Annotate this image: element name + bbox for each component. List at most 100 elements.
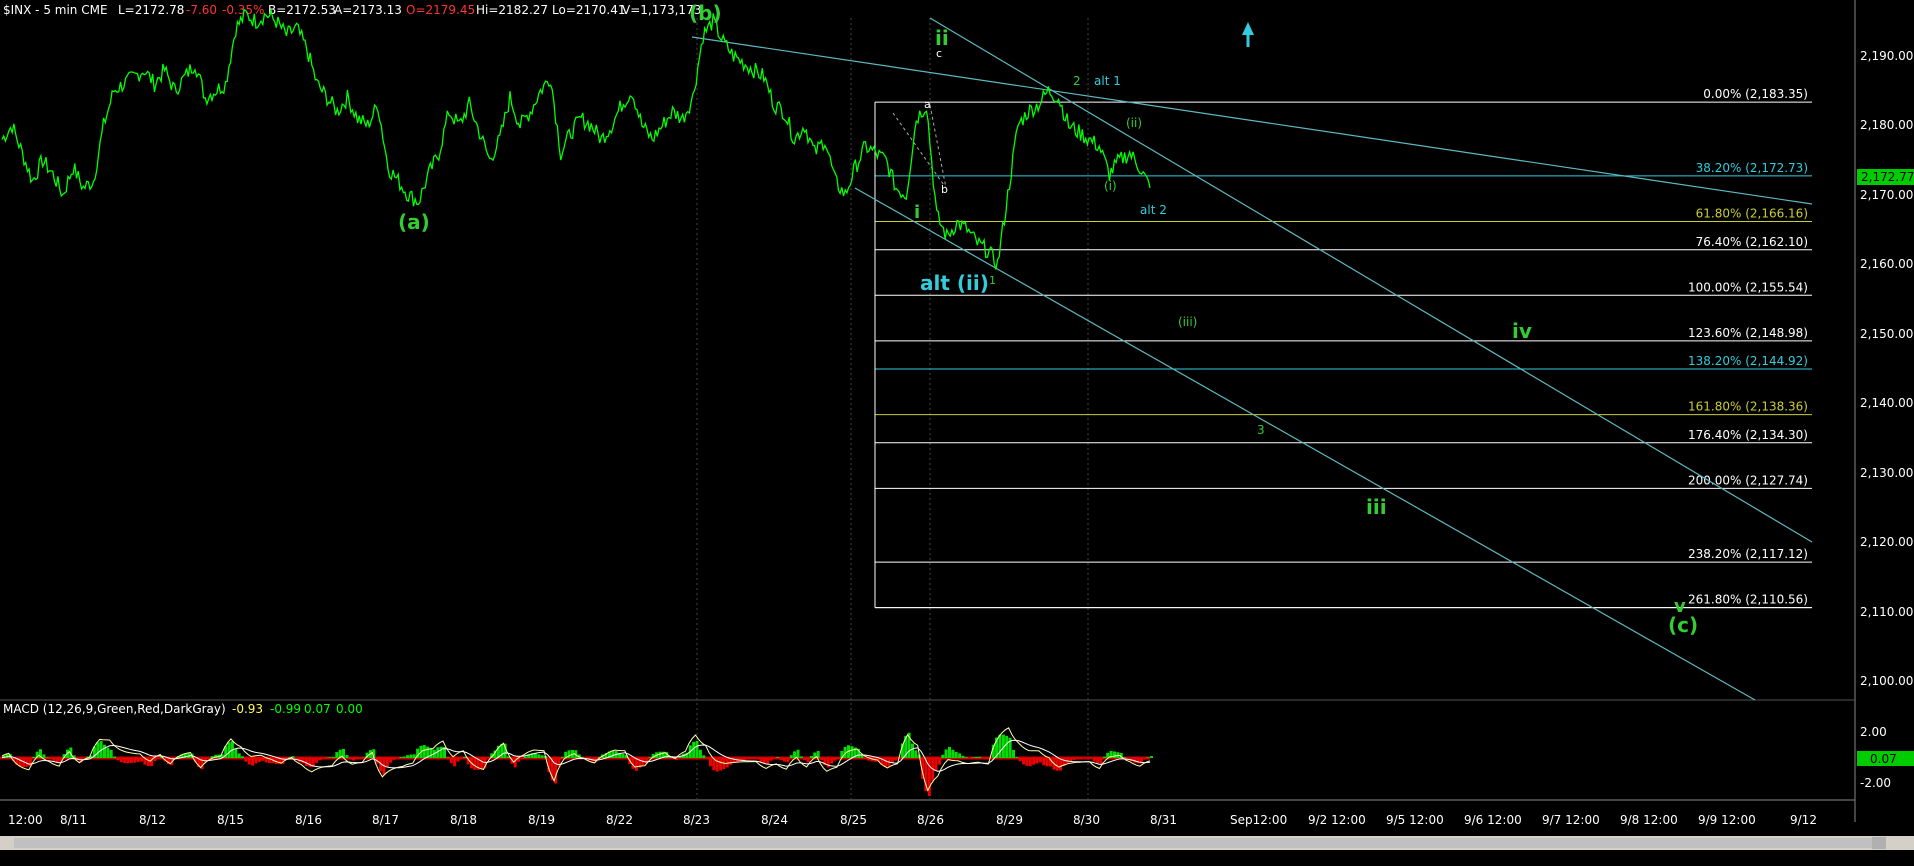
macd-histogram-bar [55,758,59,763]
time-tick: 8/24 [761,813,788,827]
time-tick: 8/17 [372,813,399,827]
macd-histogram-bar [810,756,813,758]
macd-histogram-bar [796,749,800,758]
macd-histogram-bar [389,758,393,763]
macd-histogram-bar [759,758,763,763]
macd-histogram-bar [830,758,834,764]
macd-histogram-bar [752,758,756,759]
macd-histogram-bar [863,758,867,759]
macd-histogram-bar [328,757,332,758]
macd-histogram-bar [1092,758,1096,762]
macd-histogram-bar [446,757,450,758]
macd-histogram-bar [241,756,244,758]
macd-histogram-bar [974,757,978,758]
macd-histogram-bar [146,758,150,766]
wave-label: i [914,202,920,223]
wave-label: alt 2 [1140,203,1167,217]
macd-histogram-bar [412,754,416,758]
time-tick: Sep12:00 [1230,813,1287,827]
macd-histogram-bar [352,758,356,761]
up-arrow-icon [1242,22,1254,35]
macd-histogram-bar [96,742,100,758]
middle-channel-line [929,17,1813,543]
fib-level-label: 0.00% (2,183.35) [1703,87,1808,101]
macd-histogram-bar [335,752,339,758]
macd-histogram-bar [315,758,319,763]
macd-histogram-bar [786,758,790,763]
macd-histogram-bar [769,758,773,761]
macd-histogram-bar [129,758,133,763]
time-axis: 12:00 8/11 8/12 8/15 8/16 8/17 8/18 8/19… [8,813,1817,827]
time-tick: 9/5 12:00 [1386,813,1444,827]
wave-label: 1 [989,274,996,287]
macd-histogram-bar [402,756,406,758]
bid-value: B=2172.53 [268,3,336,17]
macd-histogram-bar [964,757,968,758]
time-tick: 8/16 [295,813,322,827]
macd-histogram-bar [355,758,359,760]
macd-histogram-bar [978,756,982,758]
fib-level-label: 238.20% (2,117.12) [1688,547,1808,561]
macd-histogram-bar [560,757,564,758]
time-tick: 8/25 [840,813,867,827]
price-tick: 2,110.00 [1860,605,1913,619]
last-price: L=2172.78 [118,3,184,17]
macd-histogram-bar [719,758,723,771]
time-tick: 8/31 [1150,813,1177,827]
fibonacci-levels: 0.00% (2,183.35) 38.20% (2,172.73) 61.80% … [874,87,1812,609]
fib-level-label: 38.20% (2,172.73) [1696,161,1808,175]
macd-histogram-bar [756,758,760,759]
macd-histogram-bar [1113,751,1116,758]
macd-histogram-bar [244,758,248,762]
macd-histogram-bar [456,758,460,762]
macd-histogram-bar [1075,758,1079,759]
macd-histogram-bar [799,756,803,758]
macd-histogram-bar [705,758,709,759]
time-tick: 9/2 12:00 [1308,813,1366,827]
fib-level-label: 100.00% (2,155.54) [1688,280,1808,294]
wave-label: iv [1512,319,1532,343]
macd-histogram-bar [1028,758,1032,767]
wave-label: (iii) [1178,315,1197,329]
time-tick: 8/26 [917,813,944,827]
copyright-footer: Created with TradeStation. ©TradeStation… [1534,852,1914,865]
wave-label: c [936,47,942,60]
macd-histogram-bar [113,756,117,758]
macd-histogram-bar [776,757,780,758]
price-chart: $INX - 5 min CME L=2172.78 -7.60 -0.35% … [0,0,1914,865]
macd-histogram-bar [971,757,975,758]
macd-histogram-bar [1079,758,1083,759]
macd-histogram-bar [1022,758,1026,765]
macd-histogram-bar [998,734,1002,758]
macd-histogram-bar [934,758,938,771]
macd-histogram-bar [954,751,958,758]
fib-level-label: 123.60% (2,148.98) [1688,326,1808,340]
wave-label: alt 1 [1094,74,1121,88]
macd-histogram-bar [742,758,746,760]
macd-histogram-bar [1143,758,1147,760]
scrollbar-thumb[interactable] [1872,837,1886,849]
lower-channel-line [854,187,1756,701]
macd-histogram-bar [1096,758,1100,764]
macd-histogram-bar [261,758,265,761]
wave-label: (a) [398,210,430,234]
macd-histogram-bar [789,755,793,758]
macd-histogram-bar [227,742,231,758]
macd-histogram-bar [385,758,389,768]
macd-histogram-bar [941,754,945,758]
macd-histogram-bar [439,746,443,758]
time-tick: 8/19 [528,813,555,827]
macd-histogram-bar [820,758,824,761]
macd-histogram-bar [459,758,463,759]
horizontal-scrollbar[interactable] [0,836,1914,850]
macd-histogram-bar [611,751,615,758]
time-tick: 9/12 [1790,813,1817,827]
macd-histogram [2,732,1153,796]
macd-title: MACD (12,26,9,Green,Red,DarkGray) [3,702,226,716]
wave-label: a [924,98,931,111]
price-tick: 2,190.00 [1860,49,1913,63]
change-value: -7.60 [186,3,217,17]
wave-label: 3 [1257,423,1265,437]
time-tick: 9/9 12:00 [1698,813,1756,827]
fib-level-label: 176.40% (2,134.30) [1688,428,1808,442]
